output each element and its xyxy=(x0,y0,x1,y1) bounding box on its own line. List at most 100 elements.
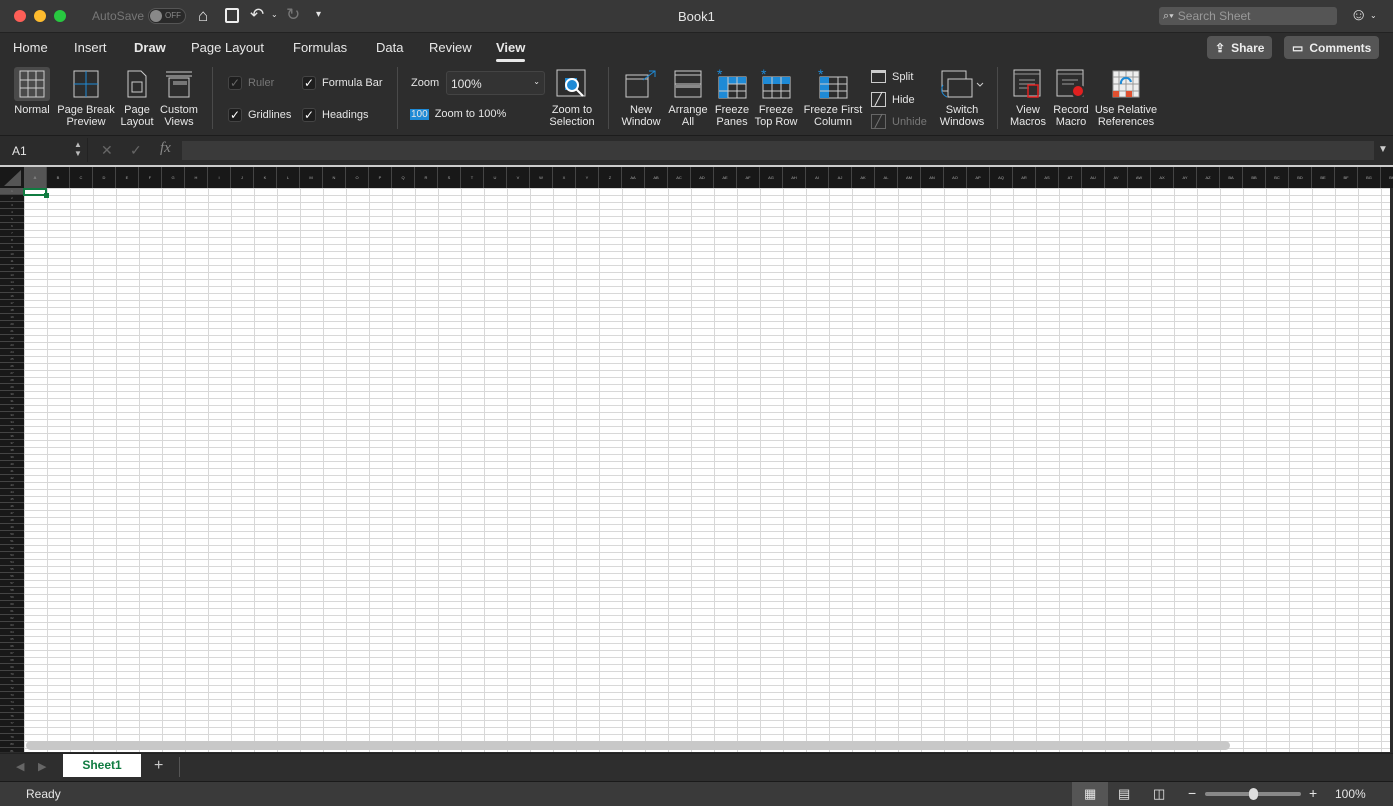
tab-insert[interactable]: Insert xyxy=(74,40,107,55)
column-header[interactable]: BC xyxy=(1266,167,1289,188)
row-header[interactable]: 11 xyxy=(0,258,24,265)
page-break-status-icon[interactable]: ◫ xyxy=(1153,786,1165,802)
row-header[interactable]: 16 xyxy=(0,293,24,300)
column-header[interactable]: H xyxy=(185,167,208,188)
zoom-select[interactable]: 100% ⌄ xyxy=(446,71,545,95)
row-header[interactable]: 32 xyxy=(0,405,24,412)
row-header[interactable]: 28 xyxy=(0,377,24,384)
row-header[interactable]: 27 xyxy=(0,370,24,377)
row-header[interactable]: 80 xyxy=(0,741,24,748)
column-header[interactable]: S xyxy=(438,167,461,188)
column-header[interactable]: F xyxy=(139,167,162,188)
row-header[interactable]: 9 xyxy=(0,244,24,251)
arrange-all-button[interactable]: Arrange All xyxy=(666,67,710,128)
row-header[interactable]: 54 xyxy=(0,559,24,566)
column-header[interactable]: Y xyxy=(576,167,599,188)
formula-input[interactable] xyxy=(182,141,1374,160)
tab-data[interactable]: Data xyxy=(376,40,403,55)
switch-windows-button[interactable]: Switch Windows xyxy=(936,67,988,128)
headings-checkbox[interactable]: ✓ Headings xyxy=(302,108,368,122)
row-header[interactable]: 15 xyxy=(0,286,24,293)
normal-view-button[interactable]: Normal xyxy=(12,67,52,116)
feedback-dropdown-icon[interactable]: ⌄ xyxy=(1370,11,1377,20)
freeze-first-column-button[interactable]: * Freeze First Column xyxy=(802,67,864,128)
row-header[interactable]: 4 xyxy=(0,209,24,216)
row-header[interactable]: 43 xyxy=(0,482,24,489)
row-header[interactable]: 62 xyxy=(0,615,24,622)
row-header[interactable]: 42 xyxy=(0,475,24,482)
row-header[interactable]: 29 xyxy=(0,384,24,391)
row-header[interactable]: 30 xyxy=(0,391,24,398)
column-header[interactable]: I xyxy=(208,167,231,188)
tab-page-layout[interactable]: Page Layout xyxy=(191,40,264,55)
column-header[interactable]: AQ xyxy=(990,167,1013,188)
column-header[interactable]: AH xyxy=(783,167,806,188)
row-header[interactable]: 3 xyxy=(0,202,24,209)
row-header[interactable]: 12 xyxy=(0,265,24,272)
row-header[interactable]: 70 xyxy=(0,671,24,678)
column-header[interactable]: AJ xyxy=(829,167,852,188)
add-sheet-button[interactable]: + xyxy=(154,757,163,775)
row-header[interactable]: 8 xyxy=(0,237,24,244)
row-header[interactable]: 61 xyxy=(0,608,24,615)
column-header[interactable]: AN xyxy=(921,167,944,188)
column-header[interactable]: AO xyxy=(944,167,967,188)
row-header[interactable]: 68 xyxy=(0,657,24,664)
row-header[interactable]: 58 xyxy=(0,587,24,594)
insert-function-icon[interactable]: fx xyxy=(160,140,171,157)
tab-view[interactable]: View xyxy=(496,40,526,62)
column-header[interactable]: X xyxy=(553,167,576,188)
maximize-window-button[interactable] xyxy=(54,10,66,22)
tab-review[interactable]: Review xyxy=(429,40,472,55)
tab-formulas[interactable]: Formulas xyxy=(293,40,347,55)
normal-view-status-button[interactable]: ▦ xyxy=(1072,782,1108,806)
row-header[interactable]: 7 xyxy=(0,230,24,237)
smiley-feedback-icon[interactable]: ☺ xyxy=(1350,5,1367,25)
undo-dropdown-icon[interactable]: ⌄ xyxy=(271,10,278,19)
close-window-button[interactable] xyxy=(14,10,26,22)
column-header[interactable]: AA xyxy=(622,167,645,188)
row-header[interactable]: 81 xyxy=(0,748,24,752)
ruler-checkbox[interactable]: ✓ Ruler xyxy=(228,76,274,90)
row-header[interactable]: 79 xyxy=(0,734,24,741)
row-header[interactable]: 64 xyxy=(0,629,24,636)
view-macros-button[interactable]: View Macros xyxy=(1008,67,1048,128)
zoom-to-selection-button[interactable]: Zoom to Selection xyxy=(547,67,597,128)
zoom-out-button[interactable]: − xyxy=(1188,785,1196,801)
row-header[interactable]: 66 xyxy=(0,643,24,650)
name-box[interactable]: A1 ▲ ▼ xyxy=(0,138,88,162)
search-sheet-input[interactable]: ⌕▾ Search Sheet xyxy=(1159,7,1337,25)
column-header[interactable]: AY xyxy=(1174,167,1197,188)
prev-sheet-icon[interactable]: ◀ xyxy=(16,760,24,773)
save-icon[interactable] xyxy=(225,8,239,23)
column-header[interactable]: M xyxy=(300,167,323,188)
column-header[interactable]: D xyxy=(93,167,116,188)
worksheet-grid[interactable] xyxy=(23,188,1390,752)
column-header[interactable]: BG xyxy=(1358,167,1381,188)
freeze-top-row-button[interactable]: * Freeze Top Row xyxy=(754,67,798,128)
column-header[interactable]: AB xyxy=(645,167,668,188)
sheet-tab-sheet1[interactable]: Sheet1 xyxy=(63,754,141,777)
row-header[interactable]: 72 xyxy=(0,685,24,692)
row-header[interactable]: 69 xyxy=(0,664,24,671)
gridlines-checkbox[interactable]: ✓ Gridlines xyxy=(228,108,291,122)
fill-handle[interactable] xyxy=(44,193,49,198)
column-header[interactable]: AX xyxy=(1151,167,1174,188)
tab-draw[interactable]: Draw xyxy=(134,40,166,55)
column-header[interactable]: AC xyxy=(668,167,691,188)
row-header[interactable]: 46 xyxy=(0,503,24,510)
row-header[interactable]: 14 xyxy=(0,279,24,286)
comments-button[interactable]: ▭ Comments xyxy=(1284,36,1380,59)
column-header[interactable]: P xyxy=(369,167,392,188)
column-header[interactable]: C xyxy=(70,167,93,188)
freeze-panes-button[interactable]: * Freeze Panes xyxy=(712,67,752,128)
row-header[interactable]: 44 xyxy=(0,489,24,496)
cancel-icon[interactable]: ✕ xyxy=(101,142,113,159)
row-header[interactable]: 34 xyxy=(0,419,24,426)
column-header[interactable]: J xyxy=(231,167,254,188)
row-header[interactable]: 18 xyxy=(0,307,24,314)
custom-views-button[interactable]: Custom Views xyxy=(158,67,200,128)
column-header[interactable]: Q xyxy=(392,167,415,188)
row-header[interactable]: 75 xyxy=(0,706,24,713)
column-header[interactable]: AG xyxy=(760,167,783,188)
